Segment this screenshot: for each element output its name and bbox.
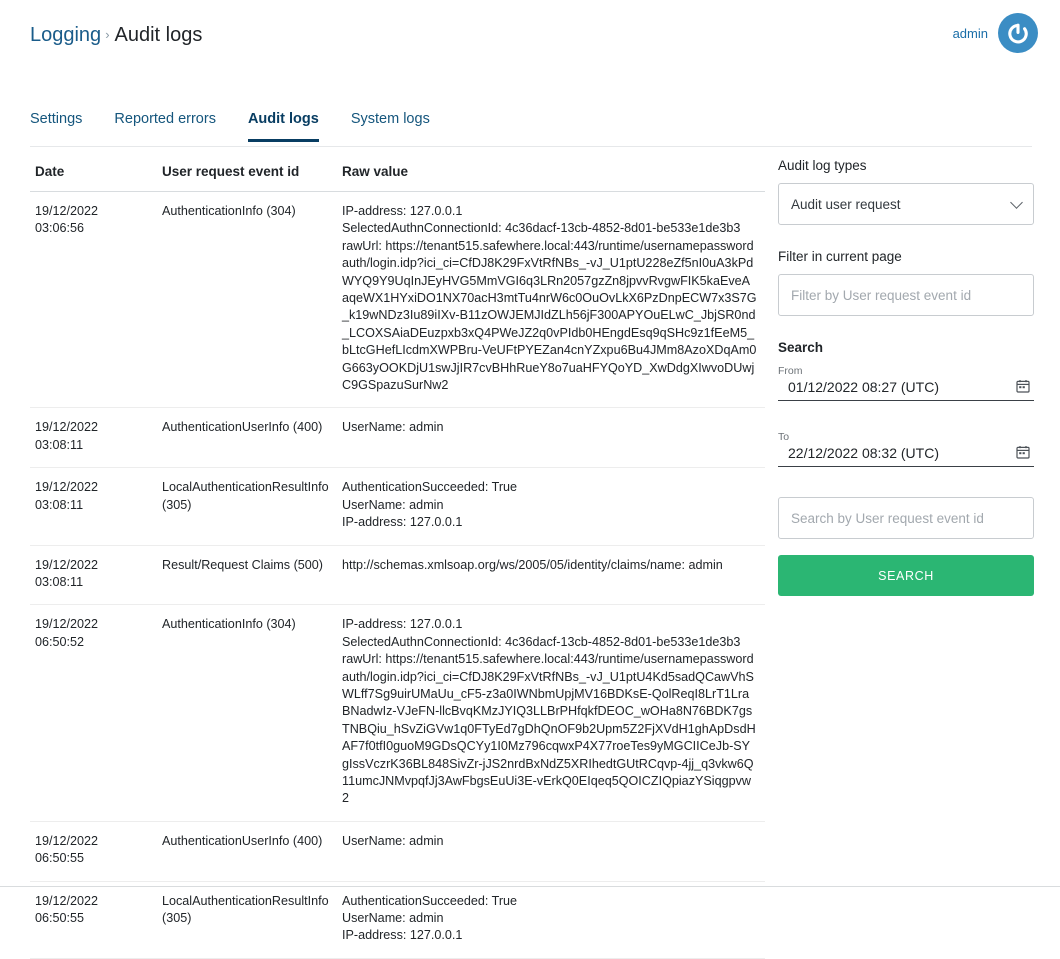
raw-value-line: SelectedAuthnConnectionId: 4c36dacf-13cb…: [342, 221, 741, 236]
raw-value-line: rawUrl: https://tenant515.safewhere.loca…: [342, 238, 757, 393]
table-row[interactable]: 19/12/2022 03:06:56 AuthenticationInfo (30…: [30, 191, 765, 409]
breadcrumb: Logging › Audit logs: [30, 22, 202, 48]
cell-raw-value: UserName: admin: [337, 407, 765, 469]
page-header: Logging › Audit logs admin: [0, 0, 1060, 70]
search-input[interactable]: [778, 497, 1034, 539]
raw-value-line: UserName: admin: [342, 497, 444, 512]
audit-log-types-select[interactable]: Audit user request: [778, 183, 1034, 225]
audit-log-table-container: Date User request event id Raw value 19/…: [30, 158, 765, 959]
date-time: 03:08:11: [35, 574, 84, 589]
tab-reported-errors[interactable]: Reported errors: [114, 111, 216, 142]
search-section-title: Search: [778, 340, 824, 355]
raw-value-line: AuthenticationSucceeded: True: [342, 893, 518, 908]
date-time: 03:08:11: [35, 437, 84, 452]
date-day: 19/12/2022: [35, 617, 99, 632]
tab-bar: Settings Reported errors Audit logs Syst…: [30, 108, 462, 142]
date-time: 06:50:55: [35, 851, 85, 866]
date-time: 03:06:56: [35, 221, 85, 236]
cell-raw-value: IP-address: 127.0.0.1 SelectedAuthnConnec…: [337, 604, 765, 822]
audit-log-table-body: 19/12/2022 03:06:56 AuthenticationInfo (30…: [30, 191, 765, 959]
raw-value-line: IP-address: 127.0.0.1: [342, 515, 463, 530]
cell-date: 19/12/2022 06:50:55: [30, 881, 157, 959]
table-row[interactable]: 19/12/2022 06:50:55 LocalAuthenticationRes…: [30, 881, 765, 959]
filter-in-current-page-label: Filter in current page: [778, 249, 902, 264]
cell-user-request-event-id: AuthenticationUserInfo (400): [157, 821, 337, 882]
cell-user-request-event-id: LocalAuthenticationResultInfo (305): [157, 467, 337, 546]
table-row[interactable]: 19/12/2022 03:08:11 LocalAuthenticationRes…: [30, 467, 765, 546]
user-menu[interactable]: admin: [953, 13, 1038, 53]
raw-value-line: IP-address: 127.0.0.1: [342, 204, 463, 218]
cell-date: 19/12/2022 03:08:11: [30, 467, 157, 546]
page-bottom-divider: [0, 886, 1060, 887]
date-day: 19/12/2022: [35, 833, 99, 848]
chevron-down-icon: [1010, 196, 1023, 209]
date-time: 06:50:55: [35, 911, 85, 925]
cell-raw-value: http://schemas.xmlsoap.org/ws/2005/05/id…: [337, 545, 765, 606]
date-day: 19/12/2022: [35, 204, 99, 218]
cell-raw-value: AuthenticationSucceeded: True UserName: a…: [337, 881, 765, 959]
date-day: 19/12/2022: [35, 480, 99, 495]
column-header-date: Date: [30, 158, 157, 192]
user-name: admin: [952, 25, 988, 41]
audit-logs-page: Logging › Audit logs admin Settings Report…: [0, 0, 1060, 959]
cell-raw-value: IP-address: 127.0.0.1 SelectedAuthnConnec…: [337, 191, 765, 409]
date-time: 06:50:52: [35, 634, 85, 649]
raw-value-line: http://schemas.xmlsoap.org/ws/2005/05/id…: [342, 557, 723, 572]
cell-date: 19/12/2022 06:50:52: [30, 604, 157, 822]
search-button[interactable]: SEARCH: [778, 555, 1034, 596]
filter-input[interactable]: [778, 274, 1034, 316]
from-date-caption: From: [778, 365, 803, 377]
cell-date: 19/12/2022 03:08:11: [30, 545, 157, 606]
calendar-icon[interactable]: [1016, 379, 1030, 393]
column-header-user-request-event-id: User request event id: [157, 158, 337, 192]
raw-value-line: IP-address: 127.0.0.1: [342, 928, 463, 943]
raw-value-line: rawUrl: https://tenant515.safewhere.loca…: [342, 652, 756, 806]
power-icon[interactable]: [998, 13, 1038, 53]
cell-date: 19/12/2022 06:50:55: [30, 821, 157, 882]
tab-system-logs[interactable]: System logs: [351, 111, 430, 142]
breadcrumb-current: Audit logs: [114, 24, 203, 46]
raw-value-line: SelectedAuthnConnectionId: 4c36dacf-13cb…: [342, 634, 741, 649]
column-header-raw-value: Raw value: [337, 158, 765, 192]
to-date-value: 22/12/2022 08:32 (UTC): [788, 445, 939, 461]
to-date-field[interactable]: To 22/12/2022 08:32 (UTC): [778, 431, 1034, 467]
breadcrumb-separator-icon: ›: [105, 27, 110, 42]
cell-date: 19/12/2022 03:08:11: [30, 407, 157, 469]
table-row[interactable]: 19/12/2022 03:08:11 Result/Request Claims …: [30, 545, 765, 606]
cell-raw-value: AuthenticationSucceeded: True UserName: a…: [337, 467, 765, 546]
calendar-icon[interactable]: [1016, 445, 1030, 459]
cell-user-request-event-id: AuthenticationUserInfo (400): [157, 407, 337, 469]
table-row[interactable]: 19/12/2022 03:08:11 AuthenticationUserInfo…: [30, 407, 765, 469]
raw-value-line: UserName: admin: [342, 911, 444, 925]
raw-value-line: AuthenticationSucceeded: True: [342, 480, 518, 495]
tab-audit-logs[interactable]: Audit logs: [247, 111, 319, 142]
cell-user-request-event-id: AuthenticationInfo (304): [157, 191, 337, 409]
table-row[interactable]: 19/12/2022 06:50:55 AuthenticationUserInfo…: [30, 821, 765, 882]
raw-value-line: UserName: admin: [342, 420, 444, 435]
table-header-row: Date User request event id Raw value: [30, 158, 765, 192]
raw-value-line: IP-address: 127.0.0.1: [342, 617, 463, 632]
breadcrumb-link-logging[interactable]: Logging: [30, 24, 101, 46]
date-day: 19/12/2022: [35, 893, 99, 908]
cell-user-request-event-id: LocalAuthenticationResultInfo (305): [157, 881, 337, 959]
raw-value-line: UserName: admin: [342, 833, 444, 848]
date-day: 19/12/2022: [35, 420, 99, 435]
audit-log-table: Date User request event id Raw value 19/…: [30, 158, 765, 959]
date-time: 03:08:11: [35, 497, 84, 512]
audit-log-types-label: Audit log types: [778, 158, 867, 173]
table-row[interactable]: 19/12/2022 06:50:52 AuthenticationInfo (30…: [30, 604, 765, 822]
audit-log-types-value: Audit user request: [791, 196, 901, 212]
cell-date: 19/12/2022 03:06:56: [30, 191, 157, 409]
cell-user-request-event-id: AuthenticationInfo (304): [157, 604, 337, 822]
cell-user-request-event-id: Result/Request Claims (500): [157, 545, 337, 606]
filter-panel: Audit log types Audit user request Filte…: [778, 158, 1034, 596]
from-date-field[interactable]: From 01/12/2022 08:27 (UTC): [778, 365, 1034, 401]
cell-raw-value: UserName: admin: [337, 821, 765, 882]
tab-bar-divider: [30, 146, 1032, 147]
from-date-value: 01/12/2022 08:27 (UTC): [788, 379, 939, 395]
tab-settings[interactable]: Settings: [30, 111, 82, 142]
to-date-caption: To: [778, 431, 790, 443]
date-day: 19/12/2022: [35, 557, 99, 572]
